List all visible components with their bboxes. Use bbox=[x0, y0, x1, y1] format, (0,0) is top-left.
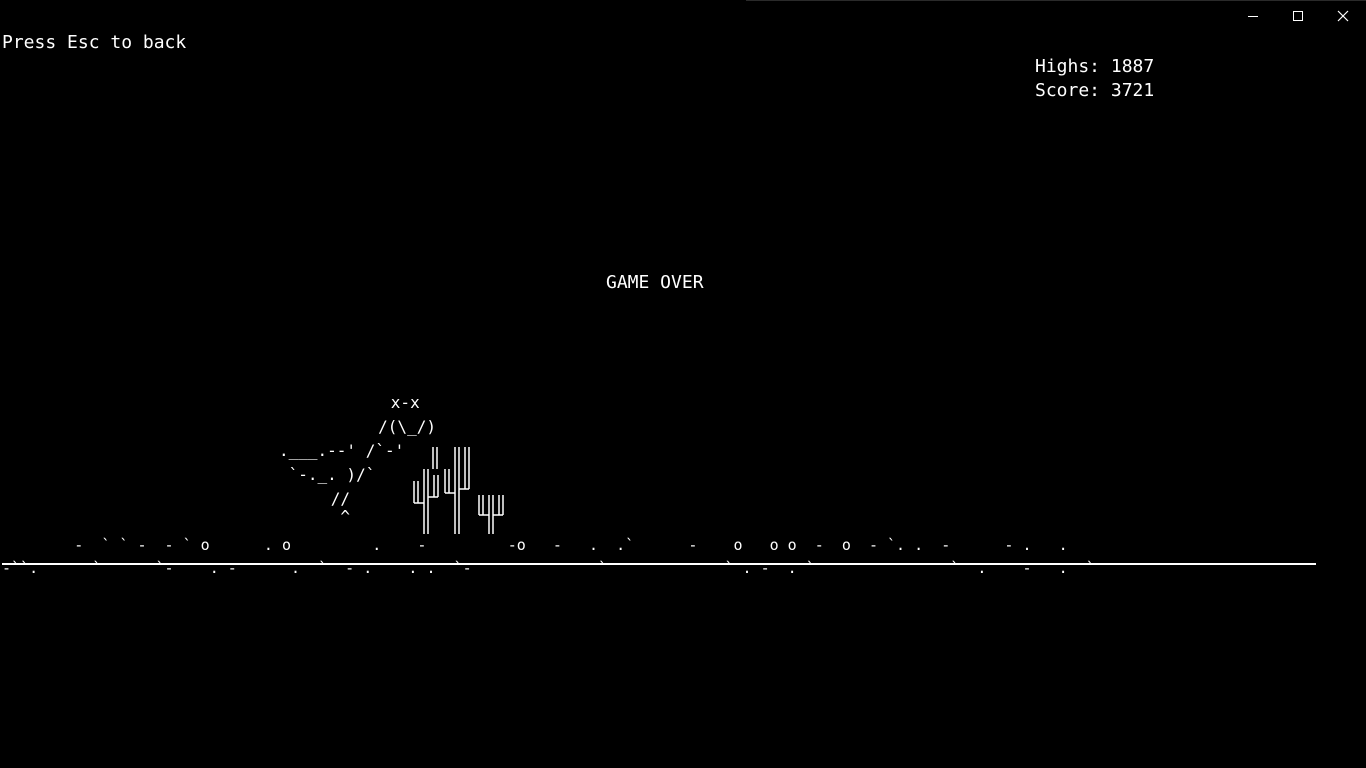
minimize-icon bbox=[1247, 10, 1259, 22]
minimize-button[interactable] bbox=[1230, 0, 1276, 31]
ground-debris-row-1: - ` ` - - ` o . o . - -o - . .` - o o o … bbox=[2, 536, 1068, 554]
close-icon bbox=[1337, 10, 1349, 22]
maximize-button[interactable] bbox=[1275, 0, 1321, 31]
game-over-text: GAME OVER bbox=[606, 272, 704, 293]
game-terminal[interactable]: Press Esc to back Highs: 1887 Score: 372… bbox=[0, 31, 1366, 768]
cactus-small-icon bbox=[413, 469, 439, 534]
maximize-icon bbox=[1292, 10, 1304, 22]
close-button[interactable] bbox=[1320, 0, 1366, 31]
ground-debris-row-2: -``. ` `- . - . ` - . . . `- ` ` . - . `… bbox=[2, 559, 1095, 577]
back-hint: Press Esc to back bbox=[2, 32, 187, 53]
dino-line: `-._. )/` bbox=[279, 465, 376, 484]
cactus-group bbox=[413, 447, 504, 534]
dino-line: ^ bbox=[273, 507, 351, 526]
dino-line: // bbox=[273, 489, 351, 508]
current-score: Score: 3721 bbox=[1035, 80, 1155, 101]
high-score: Highs: 1887 bbox=[1035, 56, 1155, 77]
window-titlebar bbox=[0, 0, 1366, 31]
dino-line: x-x bbox=[333, 393, 420, 412]
cactus-right-icon bbox=[478, 495, 504, 534]
dino-line: .___.--' /`-' bbox=[279, 441, 405, 460]
